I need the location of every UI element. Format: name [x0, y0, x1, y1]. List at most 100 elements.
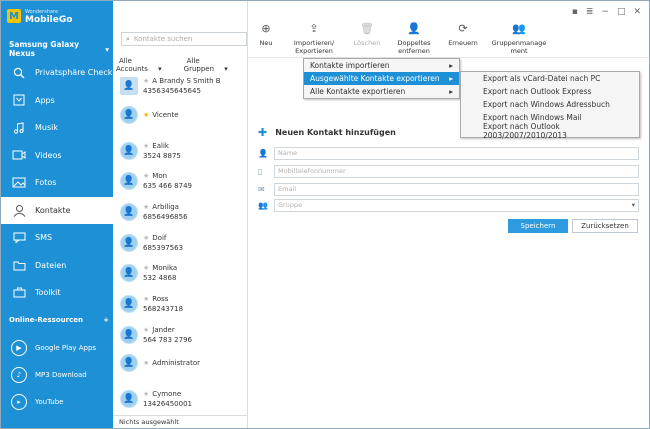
- chevron-right-icon: ▸: [449, 87, 453, 96]
- menu-item-import[interactable]: Kontakte importieren ▸: [304, 59, 459, 72]
- menu-item-export-windows-addressbook[interactable]: Export nach Windows Adressbuch: [461, 98, 639, 111]
- sidebar-item-photos[interactable]: Fotos: [1, 169, 113, 197]
- contact-phone: 3524 8875: [143, 151, 181, 160]
- star-icon[interactable]: ★: [143, 390, 149, 398]
- phone-field[interactable]: Mobiltelefonnummer: [274, 164, 639, 178]
- star-icon[interactable]: ★: [143, 77, 149, 85]
- online-item-youtube[interactable]: ▸ YouTube: [1, 388, 113, 415]
- magnifier-icon: [11, 67, 27, 79]
- sidebar-item-files[interactable]: Dateien: [1, 252, 113, 280]
- contact-name: Jander: [152, 325, 175, 334]
- apps-icon: [11, 94, 27, 106]
- accounts-filter[interactable]: Alle Accounts ▾: [116, 57, 173, 73]
- music-icon: [11, 122, 27, 134]
- minimize-icon[interactable]: −: [601, 7, 609, 17]
- close-icon[interactable]: ✕: [633, 7, 641, 17]
- groups-filter[interactable]: Alle Gruppen ▾: [184, 57, 239, 73]
- list-item[interactable]: 👤 ★ Cymone 13426450001: [113, 384, 247, 413]
- star-icon[interactable]: ★: [143, 295, 149, 303]
- delete-label: Löschen: [353, 39, 381, 47]
- plus-icon[interactable]: +: [103, 316, 109, 324]
- star-icon[interactable]: ★: [143, 203, 149, 211]
- sidebar-item-sms[interactable]: SMS: [1, 224, 113, 252]
- star-icon[interactable]: ★: [143, 326, 149, 334]
- list-item[interactable]: 👤 ★ Administrator: [113, 348, 247, 377]
- search-input[interactable]: ⌕ Kontakte suchen: [121, 32, 247, 46]
- brand-small: Wondershare: [25, 9, 59, 15]
- contact-name: Ealik: [152, 141, 169, 150]
- name-field[interactable]: Name: [274, 146, 639, 160]
- contact-phone: 635 466 8749: [143, 181, 192, 190]
- menu-item-export-outlook-express[interactable]: Export nach Outlook Express: [461, 85, 639, 98]
- menu-item-export-selected[interactable]: Ausgewählte Kontakte exportieren ▸: [304, 72, 459, 85]
- contact-name: Cymone: [152, 389, 182, 398]
- avatar: 👤: [120, 353, 138, 372]
- contact-name: Monika: [152, 263, 178, 272]
- list-item[interactable]: 👤 ★ Monika 532 4868: [113, 258, 247, 287]
- avatar: 👤: [120, 389, 138, 408]
- sidebar-item-toolkit[interactable]: Toolkit: [1, 279, 113, 307]
- refresh-button[interactable]: ⟳ Erneuern: [446, 23, 480, 59]
- import-export-menu: Kontakte importieren ▸ Ausgewählte Kontak…: [303, 58, 460, 99]
- online-resources-list: ▶ Google Play Apps ♪ MP3 Download ▸ YouT…: [1, 334, 113, 415]
- star-icon[interactable]: ★: [143, 172, 149, 180]
- online-item-label: YouTube: [35, 397, 64, 406]
- contact-name: A Brandy S Smith B: [152, 76, 221, 85]
- feedback-icon[interactable]: ▪: [572, 7, 578, 17]
- list-item[interactable]: 👤 ★ Ealik 3524 8875: [113, 136, 247, 165]
- contact-phone: 4356345645645: [143, 86, 201, 95]
- avatar: 👤: [120, 263, 138, 282]
- refresh-label: Erneuern: [448, 39, 478, 47]
- avatar: 👤: [120, 105, 138, 124]
- sidebar-item-videos[interactable]: Videos: [1, 142, 113, 170]
- sidebar-item-label: Apps: [35, 95, 55, 105]
- menu-icon[interactable]: ≣: [586, 7, 594, 17]
- star-icon[interactable]: ★: [143, 234, 149, 242]
- menu-item-export-vcard[interactable]: Export als vCard-Datei nach PC: [461, 72, 639, 85]
- list-item[interactable]: 👤 ★ A Brandy S Smith B 4356345645645: [113, 71, 247, 100]
- contact-name: Mon: [152, 171, 168, 180]
- email-field[interactable]: Email: [274, 182, 639, 196]
- youtube-icon: ▸: [11, 393, 27, 410]
- contacts-icon: [11, 204, 27, 217]
- contact-name: Vicente: [152, 110, 179, 119]
- sidebar-item-privacy-check[interactable]: Privatsphäre Check: [1, 59, 113, 87]
- group-icon: 👥: [258, 200, 268, 210]
- list-item[interactable]: 👤 ★ Arbiliga 6856496856: [113, 197, 247, 226]
- app-window: M Wondershare MobileGo Samsung Galaxy Ne…: [0, 0, 650, 429]
- remove-duplicates-button[interactable]: 👤 Doppeltes entfernen: [394, 23, 434, 59]
- sidebar-item-music[interactable]: Musik: [1, 114, 113, 142]
- list-item[interactable]: 👤 ★ Ross 568243718: [113, 289, 247, 318]
- list-item[interactable]: 👤 ★ Doif 685397563: [113, 228, 247, 257]
- list-item[interactable]: 👤 ★ Jander 564 783 2796: [113, 320, 247, 349]
- star-icon[interactable]: ★: [143, 264, 149, 272]
- sidebar-item-label: Toolkit: [35, 288, 61, 298]
- menu-item-export-outlook[interactable]: Export nach Outlook 2003/2007/2010/2013: [461, 122, 639, 140]
- device-selector[interactable]: Samsung Galaxy Nexus ▾: [9, 40, 109, 58]
- status-bar: Nichts ausgewählt: [113, 415, 247, 428]
- online-item-google-play[interactable]: ▶ Google Play Apps: [1, 334, 113, 361]
- sidebar-item-contacts[interactable]: Kontakte: [1, 196, 113, 224]
- window-controls: ▪ ≣ − □ ✕: [572, 7, 641, 17]
- group-management-button[interactable]: 👥 Gruppenmanage ment: [492, 22, 547, 59]
- photo-icon: [11, 177, 27, 189]
- online-item-mp3[interactable]: ♪ MP3 Download: [1, 361, 113, 388]
- name-row: 👤 Name: [258, 146, 639, 160]
- star-icon[interactable]: ★: [143, 142, 149, 150]
- email-row: ✉ Email: [258, 182, 639, 196]
- new-button[interactable]: ⊕ Neu: [256, 23, 276, 59]
- delete-button[interactable]: 🗑 Löschen: [352, 23, 382, 59]
- sidebar-item-apps[interactable]: Apps: [1, 87, 113, 115]
- group-select[interactable]: Gruppe ▾: [274, 198, 639, 212]
- list-item[interactable]: 👤 ★ Vicente: [113, 100, 247, 129]
- import-export-button[interactable]: ⇪ Importieren/ Exportieren: [288, 23, 340, 59]
- save-button[interactable]: Speichern: [508, 219, 568, 233]
- menu-item-export-all[interactable]: Alle Kontakte exportieren ▸: [304, 85, 459, 98]
- star-icon[interactable]: ★: [143, 111, 149, 119]
- list-item[interactable]: 👤 ★ Mon 635 466 8749: [113, 166, 247, 195]
- chevron-down-icon: ▾: [631, 201, 635, 209]
- star-icon[interactable]: ★: [143, 359, 149, 367]
- maximize-icon[interactable]: □: [617, 7, 626, 17]
- reset-button[interactable]: Zurücksetzen: [572, 219, 638, 233]
- group-icon: 👥: [512, 22, 526, 35]
